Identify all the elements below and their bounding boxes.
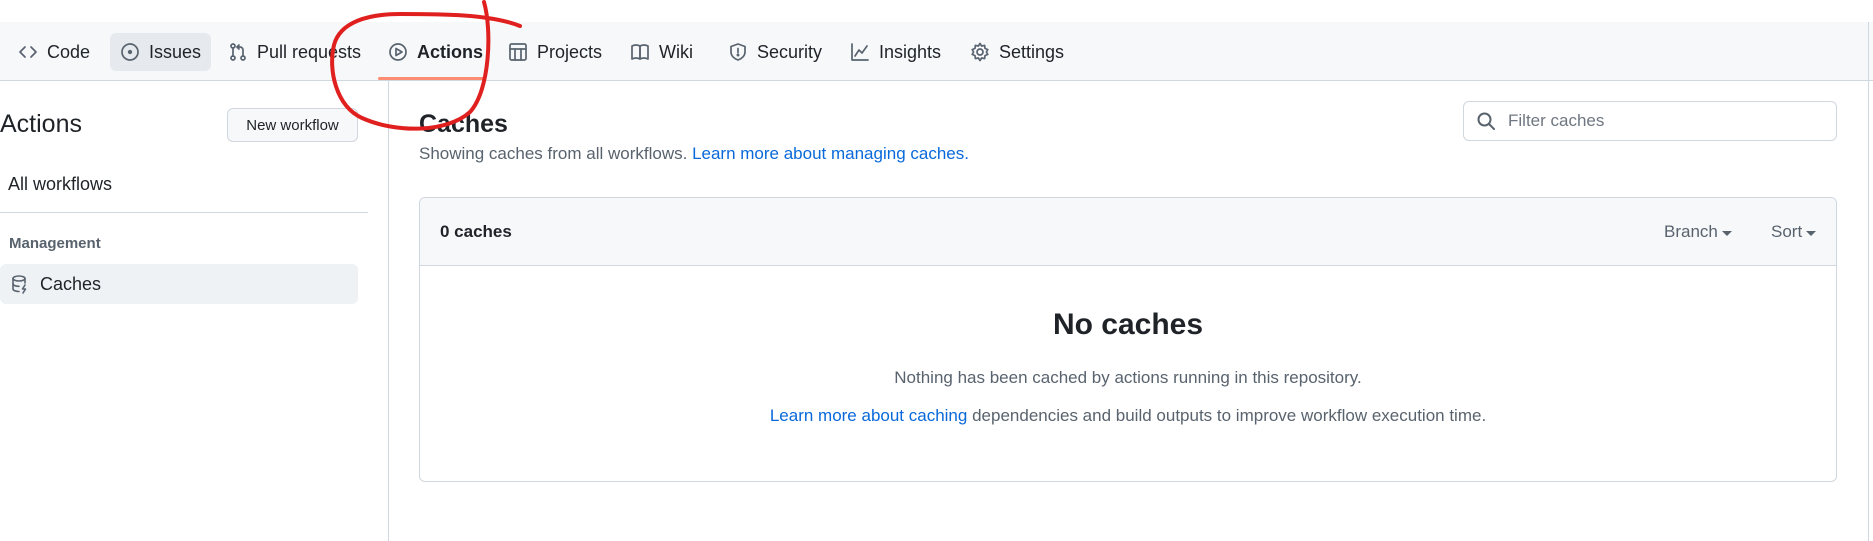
- caches-box-header: 0 caches Branch Sort: [420, 198, 1836, 266]
- pull-request-icon: [230, 43, 246, 61]
- tab-actions[interactable]: Actions: [378, 33, 493, 71]
- page-description-text: Showing caches from all workflows.: [419, 144, 688, 163]
- right-edge-divider: [1868, 22, 1869, 541]
- tab-settings-label: Settings: [999, 41, 1065, 62]
- empty-state-message: Nothing has been cached by actions runni…: [894, 368, 1362, 387]
- tab-projects[interactable]: Projects: [498, 33, 612, 71]
- empty-state-hint-text: dependencies and build outputs to improv…: [972, 406, 1487, 425]
- new-workflow-button[interactable]: New workflow: [227, 108, 358, 142]
- issue-icon: [121, 43, 139, 61]
- sidebar-title: Actions: [0, 110, 82, 138]
- managing-caches-link[interactable]: Learn more about managing caches.: [692, 144, 969, 163]
- tab-security-label: Security: [757, 41, 823, 62]
- empty-state-hint: Learn more about caching dependencies an…: [420, 406, 1836, 426]
- sort-dropdown[interactable]: Sort: [1771, 222, 1817, 242]
- filter-caches-field[interactable]: [1463, 101, 1837, 141]
- gear-icon: [971, 42, 989, 62]
- sidebar-item-caches[interactable]: Caches: [0, 264, 358, 304]
- sidebar-border: [388, 81, 389, 541]
- tab-wiki[interactable]: Wiki: [620, 33, 703, 71]
- sort-dropdown-label: Sort: [1771, 222, 1803, 241]
- table-icon: [509, 43, 527, 61]
- chevron-down-icon: [1721, 230, 1732, 236]
- database-icon: [12, 275, 27, 294]
- page-description: Showing caches from all workflows. Learn…: [419, 144, 969, 164]
- caches-box: 0 caches Branch Sort No caches Nothing h…: [419, 197, 1837, 482]
- sidebar-item-caches-label: Caches: [40, 273, 102, 294]
- search-icon: [1477, 112, 1495, 130]
- book-icon: [631, 44, 649, 60]
- shield-icon: [730, 43, 746, 61]
- filter-caches-input[interactable]: [1508, 111, 1828, 131]
- graph-icon: [851, 43, 869, 61]
- branch-dropdown[interactable]: Branch: [1664, 222, 1732, 242]
- chevron-down-icon: [1806, 230, 1817, 236]
- branch-dropdown-label: Branch: [1664, 222, 1718, 241]
- tab-security[interactable]: Security: [718, 33, 832, 71]
- learn-caching-link[interactable]: Learn more about caching: [770, 406, 968, 425]
- sidebar-divider: [0, 212, 368, 213]
- tab-pull-requests-label: Pull requests: [257, 41, 362, 62]
- tab-insights-label: Insights: [879, 41, 942, 62]
- tab-insights[interactable]: Insights: [840, 33, 951, 71]
- tab-code[interactable]: Code: [8, 33, 100, 71]
- empty-state-title: No caches: [1052, 308, 1204, 341]
- page-title: Caches: [419, 110, 508, 138]
- active-tab-indicator: [378, 77, 486, 80]
- tab-settings[interactable]: Settings: [960, 33, 1074, 71]
- tab-issues[interactable]: Issues: [110, 33, 212, 71]
- caches-count: 0 caches: [440, 222, 512, 241]
- code-icon: [19, 46, 37, 58]
- play-icon: [389, 43, 407, 61]
- repo-nav: Code Issues Pull requests Actions Projec…: [0, 22, 1873, 81]
- tab-issues-label: Issues: [149, 41, 202, 62]
- sidebar-item-all-workflows[interactable]: All workflows: [8, 174, 112, 195]
- sidebar-heading-management: Management: [9, 235, 101, 252]
- tab-pull-requests[interactable]: Pull requests: [218, 33, 371, 71]
- tab-code-label: Code: [47, 41, 91, 62]
- tab-projects-label: Projects: [537, 41, 603, 62]
- tab-wiki-label: Wiki: [659, 41, 693, 62]
- tab-actions-label: Actions: [417, 41, 484, 62]
